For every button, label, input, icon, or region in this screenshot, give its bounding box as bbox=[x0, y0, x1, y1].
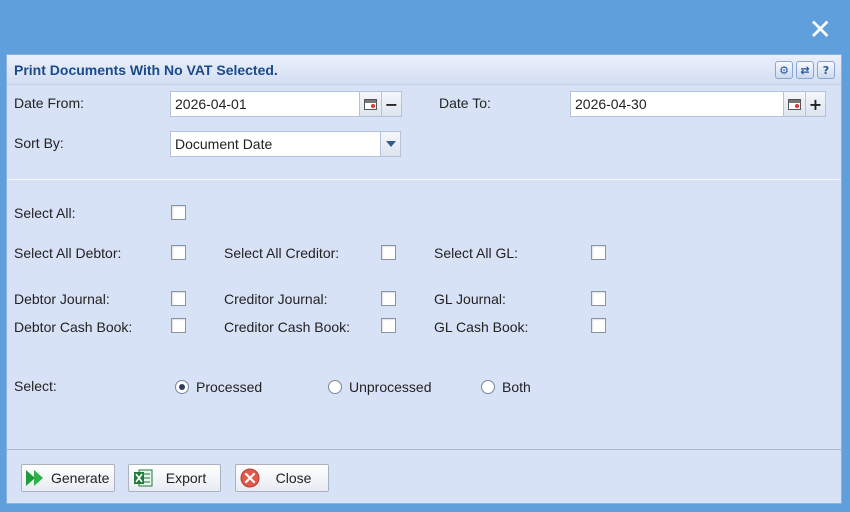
date-to-label: Date To: bbox=[439, 95, 491, 111]
debtor-journal-label: Debtor Journal: bbox=[14, 291, 110, 307]
close-label: Close bbox=[275, 470, 312, 486]
export-button[interactable]: Export bbox=[128, 464, 221, 492]
print-dialog: Print Documents With No VAT Selected. ⚙ … bbox=[6, 54, 842, 504]
sort-by-value[interactable]: Document Date bbox=[171, 136, 380, 152]
dialog-titlebar: Print Documents With No VAT Selected. ⚙ … bbox=[7, 55, 841, 85]
sort-by-select[interactable]: Document Date bbox=[170, 131, 401, 157]
date-from-decrement-button[interactable]: − bbox=[381, 92, 401, 116]
processed-label[interactable]: Processed bbox=[196, 379, 262, 395]
creditor-cash-book-label: Creditor Cash Book: bbox=[224, 319, 351, 335]
select-all-creditor-checkbox[interactable] bbox=[381, 245, 396, 260]
select-all-gl-label: Select All GL: bbox=[434, 245, 519, 261]
date-from-calendar-button[interactable] bbox=[359, 92, 381, 116]
select-all-creditor-label: Select All Creditor: bbox=[224, 245, 340, 261]
dialog-footer: Generate Export Close bbox=[7, 449, 841, 503]
debtor-cash-book-checkbox[interactable] bbox=[171, 318, 186, 333]
dialog-title: Print Documents With No VAT Selected. bbox=[14, 62, 278, 78]
refresh-icon[interactable]: ⇄ bbox=[796, 61, 814, 79]
chevron-down-icon bbox=[385, 141, 396, 147]
date-to-value[interactable]: 2026-04-30 bbox=[571, 96, 783, 112]
unprocessed-radio[interactable] bbox=[328, 380, 342, 394]
calendar-icon bbox=[788, 98, 801, 110]
creditor-journal-checkbox[interactable] bbox=[381, 291, 396, 306]
generate-label: Generate bbox=[51, 470, 110, 486]
section-divider bbox=[7, 179, 841, 180]
select-all-debtor-label: Select All Debtor: bbox=[14, 245, 122, 261]
gl-cash-book-label: GL Cash Book: bbox=[434, 319, 529, 335]
date-from-value[interactable]: 2026-04-01 bbox=[171, 96, 359, 112]
title-tools: ⚙ ⇄ ? bbox=[775, 61, 835, 79]
select-all-checkbox[interactable] bbox=[171, 205, 186, 220]
creditor-cash-book-checkbox[interactable] bbox=[381, 318, 396, 333]
window-close-icon[interactable]: ✕ bbox=[809, 16, 832, 44]
export-label: Export bbox=[165, 470, 207, 486]
gl-cash-book-checkbox[interactable] bbox=[591, 318, 606, 333]
unprocessed-label[interactable]: Unprocessed bbox=[349, 379, 432, 395]
help-icon[interactable]: ? bbox=[817, 61, 835, 79]
both-radio[interactable] bbox=[481, 380, 495, 394]
settings-icon[interactable]: ⚙ bbox=[775, 61, 793, 79]
select-all-debtor-checkbox[interactable] bbox=[171, 245, 186, 260]
creditor-journal-label: Creditor Journal: bbox=[224, 291, 328, 307]
date-to-increment-button[interactable]: + bbox=[805, 92, 825, 116]
gl-journal-label: GL Journal: bbox=[434, 291, 506, 307]
date-to-field[interactable]: 2026-04-30 + bbox=[570, 91, 826, 117]
both-label[interactable]: Both bbox=[502, 379, 531, 395]
play-forward-icon bbox=[25, 467, 45, 489]
generate-button[interactable]: Generate bbox=[21, 464, 115, 492]
debtor-cash-book-label: Debtor Cash Book: bbox=[14, 319, 133, 335]
calendar-icon bbox=[364, 98, 377, 110]
sort-by-label: Sort By: bbox=[14, 135, 64, 151]
select-all-gl-checkbox[interactable] bbox=[591, 245, 606, 260]
close-button[interactable]: Close bbox=[235, 464, 329, 492]
processed-radio[interactable] bbox=[175, 380, 189, 394]
status-select-label: Select: bbox=[14, 378, 57, 394]
excel-icon bbox=[132, 467, 154, 489]
date-from-label: Date From: bbox=[14, 95, 85, 111]
gl-journal-checkbox[interactable] bbox=[591, 291, 606, 306]
date-to-calendar-button[interactable] bbox=[783, 92, 805, 116]
close-circle-icon bbox=[239, 467, 261, 489]
select-all-label: Select All: bbox=[14, 205, 76, 221]
debtor-journal-checkbox[interactable] bbox=[171, 291, 186, 306]
sort-by-dropdown-button[interactable] bbox=[380, 132, 400, 156]
date-from-field[interactable]: 2026-04-01 − bbox=[170, 91, 402, 117]
